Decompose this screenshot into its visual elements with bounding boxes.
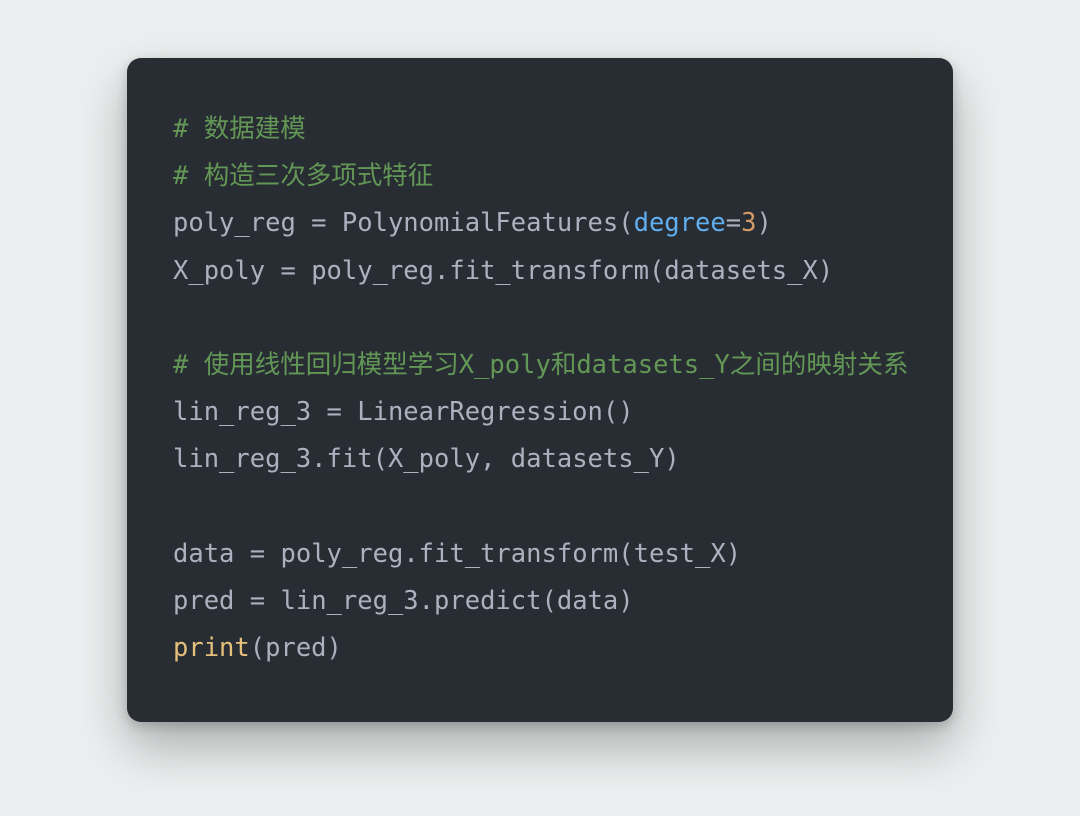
- code-token-ident: datasets_Y: [511, 444, 665, 474]
- code-token-op: .: [434, 256, 449, 286]
- code-block[interactable]: # 数据建模 # 构造三次多项式特征 poly_reg = Polynomial…: [173, 106, 907, 672]
- code-token-op: =: [234, 539, 280, 569]
- code-token-ident: poly_reg: [173, 208, 296, 238]
- code-token-func: fit: [327, 444, 373, 474]
- code-token-builtin: print: [173, 633, 250, 663]
- code-token-ident: poly_reg: [280, 539, 403, 569]
- code-token-paren: ): [756, 208, 771, 238]
- code-token-ident: data: [173, 539, 234, 569]
- code-token-paren: ): [618, 586, 633, 616]
- code-token-ident: lin_reg_3: [173, 444, 311, 474]
- code-token-func: fit_transform: [449, 256, 649, 286]
- code-comment: # 数据建模: [173, 114, 306, 144]
- code-token-ident: pred: [265, 633, 326, 663]
- code-token-op: =: [265, 256, 311, 286]
- code-token-op: =: [296, 208, 342, 238]
- code-token-ident: lin_reg_3: [173, 397, 311, 427]
- code-token-paren: (): [603, 397, 634, 427]
- code-token-kwarg: degree: [634, 208, 726, 238]
- code-token-ident: data: [557, 586, 618, 616]
- code-token-op: =: [311, 397, 357, 427]
- code-token-paren: (: [541, 586, 556, 616]
- code-token-op: ,: [480, 444, 511, 474]
- code-token-paren: (: [373, 444, 388, 474]
- code-token-paren: (: [250, 633, 265, 663]
- code-token-func: LinearRegression: [357, 397, 603, 427]
- code-token-ident: X_poly: [173, 256, 265, 286]
- code-token-ident: poly_reg: [311, 256, 434, 286]
- code-token-op: .: [419, 586, 434, 616]
- code-token-num: 3: [741, 208, 756, 238]
- code-token-op: .: [311, 444, 326, 474]
- code-token-func: fit_transform: [419, 539, 619, 569]
- code-token-paren: (: [618, 539, 633, 569]
- code-token-op: =: [234, 586, 280, 616]
- code-token-ident: X_poly: [388, 444, 480, 474]
- code-token-ident: datasets_X: [664, 256, 818, 286]
- code-comment: # 使用线性回归模型学习X_poly和datasets_Y之间的映射关系: [173, 350, 908, 380]
- code-card: # 数据建模 # 构造三次多项式特征 poly_reg = Polynomial…: [127, 58, 953, 722]
- code-token-paren: ): [726, 539, 741, 569]
- code-token-ident: pred: [173, 586, 234, 616]
- code-token-paren: ): [818, 256, 833, 286]
- code-token-ident: test_X: [634, 539, 726, 569]
- code-token-func: PolynomialFeatures: [342, 208, 618, 238]
- code-token-op: =: [726, 208, 741, 238]
- code-comment: # 构造三次多项式特征: [173, 161, 433, 191]
- code-token-paren: (: [618, 208, 633, 238]
- code-token-func: predict: [434, 586, 541, 616]
- code-token-paren: ): [664, 444, 679, 474]
- code-token-paren: ): [327, 633, 342, 663]
- code-token-paren: (: [649, 256, 664, 286]
- code-token-ident: lin_reg_3: [280, 586, 418, 616]
- code-token-op: .: [403, 539, 418, 569]
